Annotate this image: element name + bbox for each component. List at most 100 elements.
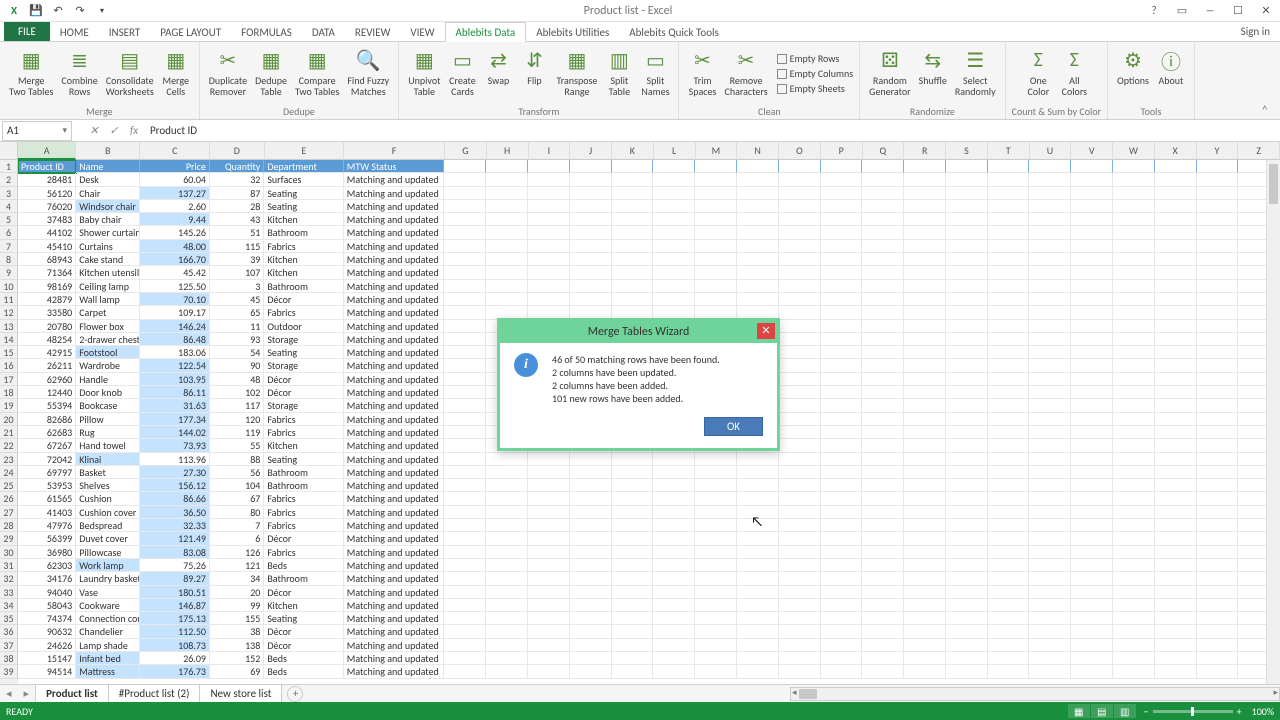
data-cell[interactable] — [862, 466, 904, 479]
data-cell[interactable]: Matching and updated — [344, 466, 445, 479]
data-cell[interactable] — [779, 625, 821, 638]
data-cell[interactable] — [1197, 586, 1239, 599]
data-cell[interactable] — [988, 320, 1030, 333]
data-cell[interactable] — [444, 187, 486, 200]
data-cell[interactable]: 20780 — [18, 320, 76, 333]
data-cell[interactable] — [1113, 280, 1155, 293]
data-cell[interactable] — [1113, 506, 1155, 519]
data-cell[interactable] — [988, 479, 1030, 492]
data-cell[interactable] — [904, 559, 946, 572]
data-cell[interactable] — [779, 240, 821, 253]
data-cell[interactable] — [862, 266, 904, 279]
data-cell[interactable] — [528, 280, 570, 293]
data-cell[interactable] — [1197, 293, 1239, 306]
data-cell[interactable] — [737, 572, 779, 585]
data-cell[interactable] — [779, 373, 821, 386]
data-cell[interactable] — [988, 413, 1030, 426]
data-cell[interactable] — [612, 586, 654, 599]
row-header[interactable]: 13 — [0, 320, 18, 333]
data-cell[interactable] — [486, 280, 528, 293]
data-cell[interactable]: 56120 — [18, 187, 76, 200]
ribbon-merge-button[interactable]: ▦MergeTwo Tables — [6, 44, 56, 103]
data-cell[interactable] — [737, 639, 779, 652]
data-cell[interactable]: 36980 — [18, 546, 76, 559]
data-cell[interactable] — [1071, 492, 1113, 505]
data-cell[interactable] — [737, 479, 779, 492]
data-cell[interactable] — [1113, 173, 1155, 186]
data-cell[interactable]: 70.10 — [140, 293, 210, 306]
data-cell[interactable] — [444, 572, 486, 585]
data-cell[interactable] — [1113, 306, 1155, 319]
data-cell[interactable]: Bathroom — [264, 226, 343, 239]
data-cell[interactable]: 48 — [210, 373, 264, 386]
data-cell[interactable] — [1071, 572, 1113, 585]
data-cell[interactable] — [862, 306, 904, 319]
data-cell[interactable] — [779, 280, 821, 293]
data-cell[interactable] — [904, 413, 946, 426]
data-cell[interactable] — [1155, 359, 1197, 372]
header-cell[interactable] — [737, 160, 779, 173]
ribbon-split-button[interactable]: ▥SplitTable — [602, 44, 636, 103]
data-cell[interactable] — [862, 346, 904, 359]
data-cell[interactable]: Pillow — [76, 413, 140, 426]
data-cell[interactable] — [988, 173, 1030, 186]
data-cell[interactable] — [988, 333, 1030, 346]
data-cell[interactable]: Décor — [264, 639, 343, 652]
data-cell[interactable] — [779, 439, 821, 452]
check-empty-rows[interactable]: Empty Rows — [777, 52, 854, 65]
data-cell[interactable] — [862, 652, 904, 665]
data-cell[interactable] — [737, 546, 779, 559]
data-cell[interactable] — [653, 625, 695, 638]
data-cell[interactable]: 20 — [210, 586, 264, 599]
tab-home[interactable]: HOME — [50, 23, 99, 41]
data-cell[interactable] — [988, 359, 1030, 372]
col-header-B[interactable]: B — [76, 142, 140, 160]
data-cell[interactable] — [1197, 320, 1239, 333]
data-cell[interactable] — [988, 253, 1030, 266]
namebox-dropdown-icon[interactable]: ▾ — [62, 125, 67, 136]
data-cell[interactable] — [695, 240, 737, 253]
data-cell[interactable]: Door knob — [76, 386, 140, 399]
data-cell[interactable] — [528, 586, 570, 599]
data-cell[interactable] — [1197, 253, 1239, 266]
data-cell[interactable] — [695, 200, 737, 213]
data-cell[interactable] — [821, 559, 863, 572]
data-cell[interactable] — [1029, 213, 1071, 226]
data-cell[interactable] — [612, 559, 654, 572]
data-cell[interactable] — [862, 612, 904, 625]
data-cell[interactable] — [737, 293, 779, 306]
data-cell[interactable] — [1029, 652, 1071, 665]
data-cell[interactable] — [570, 625, 612, 638]
data-cell[interactable] — [904, 187, 946, 200]
data-cell[interactable]: 3 — [210, 280, 264, 293]
data-cell[interactable] — [444, 612, 486, 625]
data-cell[interactable] — [1155, 506, 1197, 519]
data-cell[interactable] — [946, 492, 988, 505]
row-header[interactable]: 3 — [0, 187, 18, 200]
row-header[interactable]: 6 — [0, 226, 18, 239]
data-cell[interactable] — [1113, 346, 1155, 359]
data-cell[interactable]: Pillowcase — [76, 546, 140, 559]
data-cell[interactable] — [486, 173, 528, 186]
row-header[interactable]: 21 — [0, 426, 18, 439]
data-cell[interactable] — [486, 612, 528, 625]
data-cell[interactable] — [779, 506, 821, 519]
data-cell[interactable] — [486, 492, 528, 505]
data-cell[interactable] — [862, 572, 904, 585]
data-cell[interactable] — [528, 492, 570, 505]
data-cell[interactable] — [779, 333, 821, 346]
data-cell[interactable] — [653, 253, 695, 266]
ribbon-random-button[interactable]: ⚄RandomGenerator — [866, 44, 914, 103]
data-cell[interactable]: Cookware — [76, 599, 140, 612]
data-cell[interactable] — [779, 599, 821, 612]
data-cell[interactable] — [779, 187, 821, 200]
data-cell[interactable] — [1155, 453, 1197, 466]
data-cell[interactable] — [444, 466, 486, 479]
tab-review[interactable]: REVIEW — [345, 23, 401, 41]
data-cell[interactable] — [904, 426, 946, 439]
data-cell[interactable]: Matching and updated — [344, 665, 445, 678]
data-cell[interactable] — [988, 625, 1030, 638]
data-cell[interactable]: 60.04 — [140, 173, 210, 186]
data-cell[interactable] — [1197, 612, 1239, 625]
col-header-N[interactable]: N — [737, 142, 779, 160]
